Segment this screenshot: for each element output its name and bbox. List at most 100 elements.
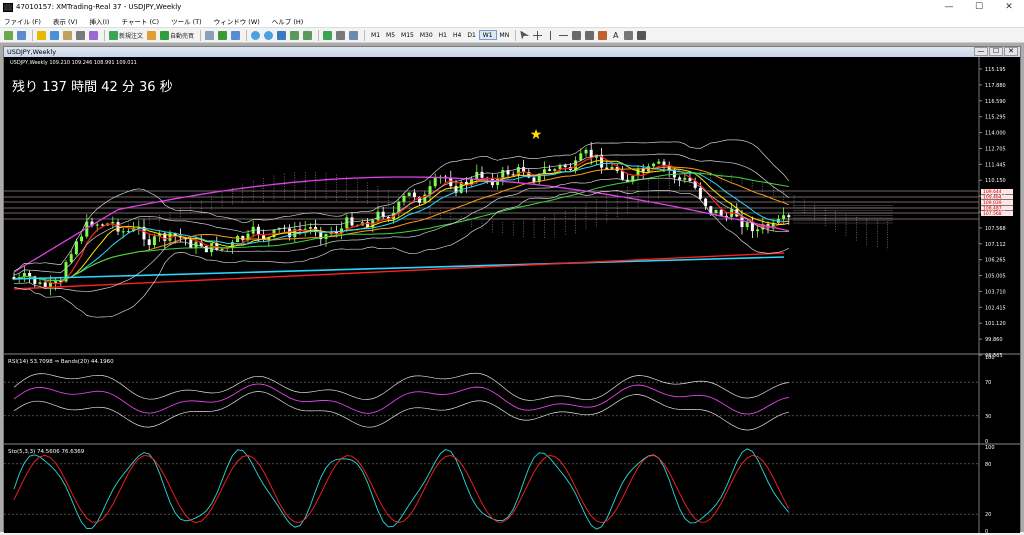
text-button[interactable]: A	[610, 30, 621, 41]
price-chart-canvas[interactable]: 残り 137 時間 42 分 36 秒 USDJPY,Weekly 109.21…	[4, 57, 1020, 535]
tile-windows-button[interactable]	[276, 30, 287, 41]
chart-window-controls: — ☐ ✕	[973, 47, 1018, 56]
timeframe-h4[interactable]: H4	[450, 30, 464, 40]
line-chart-button[interactable]	[230, 30, 241, 41]
timeframe-m15[interactable]: M15	[398, 30, 417, 40]
cursor-button[interactable]	[519, 30, 530, 41]
candle-body	[683, 178, 687, 180]
label-button[interactable]	[623, 30, 634, 41]
candle-body	[152, 236, 156, 246]
menu-view[interactable]: 表示 (V)	[53, 16, 78, 26]
candle-body	[147, 239, 151, 246]
chart-shift-icon	[303, 30, 313, 40]
horizontal-line-icon	[559, 30, 569, 40]
timeframe-m5[interactable]: M5	[383, 30, 398, 40]
horizontal-line-button[interactable]	[558, 30, 569, 41]
candle-body	[38, 282, 42, 284]
price-label: 99.860	[985, 337, 1003, 343]
candle-body	[548, 169, 552, 171]
metaeditor-icon	[147, 30, 157, 40]
auto-scroll-button[interactable]	[289, 30, 300, 41]
market-watch-button[interactable]	[36, 30, 47, 41]
price-label: 110.150	[985, 178, 1006, 184]
terminal-icon	[76, 30, 85, 40]
candle-body	[553, 169, 557, 171]
fibonacci-button[interactable]	[597, 30, 608, 41]
separator	[364, 29, 366, 41]
trendline-button[interactable]	[571, 30, 582, 41]
data-window-button[interactable]	[49, 30, 60, 41]
navigator-button[interactable]	[62, 30, 73, 41]
chart-area[interactable]: 残り 137 時間 42 分 36 秒 USDJPY,Weekly 109.21…	[4, 57, 1020, 535]
arrows-icon	[637, 30, 647, 40]
bar-chart-button[interactable]	[204, 30, 215, 41]
candle-body	[376, 211, 380, 221]
price-label: 117.880	[985, 83, 1006, 89]
zoom-in-button[interactable]	[250, 30, 261, 41]
price-label: 112.705	[985, 146, 1006, 152]
candlestick-button[interactable]	[217, 30, 228, 41]
tile-windows-icon	[277, 30, 287, 40]
profiles-button[interactable]	[16, 30, 27, 41]
channel-button[interactable]	[584, 30, 595, 41]
chart-shift-button[interactable]	[302, 30, 313, 41]
timeframe-h1[interactable]: H1	[436, 30, 450, 40]
arrows-button[interactable]	[636, 30, 647, 41]
chart-close-button[interactable]: ✕	[1004, 47, 1018, 56]
chart-maximize-button[interactable]: ☐	[989, 47, 1003, 56]
separator	[32, 29, 33, 41]
menu-window[interactable]: ウィンドウ (W)	[214, 16, 260, 26]
line-chart-icon	[231, 30, 241, 40]
menu-file[interactable]: ファイル (F)	[4, 16, 41, 26]
menu-bar: ファイル (F) 表示 (V) 挿入(I) チャート (C) ツール (T) ウ…	[0, 14, 1024, 28]
candle-body	[100, 224, 104, 226]
timeframe-d1[interactable]: D1	[464, 30, 478, 40]
close-button[interactable]: ✕	[994, 0, 1024, 14]
new-chart-icon	[4, 30, 13, 40]
menu-help[interactable]: ヘルプ (H)	[272, 16, 304, 26]
main-toolbar: 新規注文 自動売買 M1 M5 M15 M30 H1 H4 D1 W1 MN A	[0, 28, 1024, 43]
terminal-button[interactable]	[75, 30, 86, 41]
candle-body	[95, 224, 99, 226]
price-label: 105.005	[985, 274, 1006, 280]
timeframe-w1[interactable]: W1	[478, 30, 497, 40]
price-label: 102.415	[985, 305, 1006, 311]
stoch-level-label: 100	[985, 445, 995, 451]
minimize-button[interactable]: —	[934, 0, 964, 14]
strategy-tester-button[interactable]	[88, 30, 99, 41]
chart-background	[4, 57, 1020, 533]
chart-minimize-button[interactable]: —	[974, 47, 988, 56]
timeframe-m30[interactable]: M30	[417, 30, 436, 40]
indicators-button[interactable]	[322, 30, 333, 41]
candle-body	[740, 216, 744, 228]
separator	[318, 29, 320, 41]
candle-body	[54, 281, 58, 283]
new-chart-button[interactable]	[3, 30, 14, 41]
separator	[104, 29, 105, 41]
timeframe-mn[interactable]: MN	[497, 30, 513, 40]
candle-body	[69, 254, 73, 263]
zoom-in-icon	[251, 30, 261, 40]
vertical-line-button[interactable]	[545, 30, 556, 41]
new-order-button[interactable]: 新規注文	[108, 30, 144, 41]
window-title: 47010157: XMTrading-Real 37 - USDJPY,Wee…	[16, 3, 182, 11]
crosshair-icon	[533, 30, 543, 40]
menu-tools[interactable]: ツール (T)	[171, 16, 202, 26]
data-window-icon	[50, 30, 59, 40]
zoom-out-button[interactable]	[263, 30, 274, 41]
chart-window-titlebar: USDJPY,Weekly — ☐ ✕	[4, 47, 1020, 57]
maximize-button[interactable]: ☐	[964, 0, 994, 14]
menu-chart[interactable]: チャート (C)	[121, 16, 159, 26]
cursor-icon	[520, 30, 530, 40]
templates-button[interactable]	[348, 30, 359, 41]
price-label: 107.112	[985, 242, 1006, 248]
candle-body	[407, 192, 411, 196]
auto-trading-button[interactable]: 自動売買	[159, 30, 195, 41]
periods-button[interactable]	[335, 30, 346, 41]
timeframe-m1[interactable]: M1	[368, 30, 383, 40]
crosshair-button[interactable]	[532, 30, 543, 41]
metaeditor-button[interactable]	[146, 30, 157, 41]
candle-body	[236, 236, 240, 243]
price-highlight-label: 109.644	[983, 189, 1002, 195]
menu-insert[interactable]: 挿入(I)	[89, 16, 109, 26]
